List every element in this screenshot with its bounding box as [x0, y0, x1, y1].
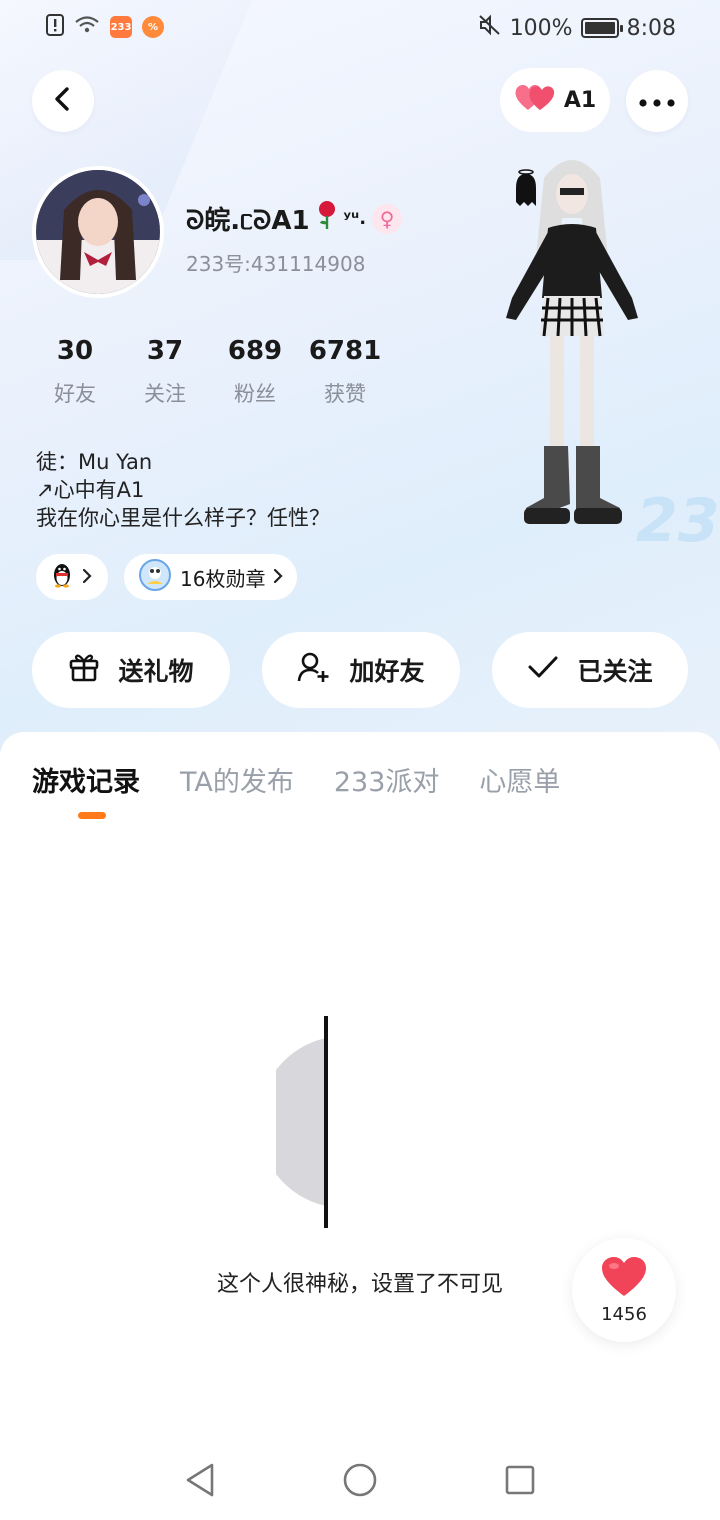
send-gift-label: 送礼物 [118, 657, 194, 686]
followed-button[interactable]: 已关注 [492, 632, 688, 708]
stat-label: 获赞 [324, 382, 366, 406]
back-arrow-icon [52, 86, 74, 116]
a1-label: A1 [563, 87, 597, 113]
233-logo-watermark: 233 [636, 486, 720, 556]
medal-icon [138, 558, 172, 597]
avatar[interactable] [32, 166, 164, 298]
check-icon [527, 655, 559, 685]
app-notification-icon: % [142, 16, 164, 38]
stat-following[interactable]: 37 关注 [120, 336, 210, 408]
add-user-icon [297, 651, 331, 689]
send-gift-button[interactable]: 送礼物 [32, 632, 230, 708]
profile-bio: 徒：Mu Yan ↗心中有A1 我在你心里是什么样子？任性？ [36, 448, 330, 532]
stat-friends[interactable]: 30 好友 [30, 336, 120, 408]
avatar-character-icon [506, 160, 638, 524]
profile-name: ᘐ皖.ᥴᘐA1 ʸᵘ. ♀ [186, 200, 403, 237]
tab-posts[interactable]: TA的发布 [180, 760, 294, 799]
stat-fans[interactable]: 689 粉丝 [210, 336, 300, 408]
wifi-icon [74, 15, 100, 39]
status-time: 8:08 [626, 15, 676, 41]
stat-value: 30 [56, 336, 94, 366]
add-friend-label: 加好友 [349, 657, 425, 686]
battery-percent: 100% [509, 15, 573, 41]
empty-state-icon [258, 1016, 336, 1228]
stat-value: 37 [146, 336, 184, 366]
stat-label: 粉丝 [234, 382, 276, 406]
status-bar: 233 % 100% 8:08 [0, 0, 720, 56]
qq-penguin-icon [50, 562, 74, 593]
status-left-icons: 233 % [46, 14, 164, 40]
like-button[interactable]: 1456 [572, 1238, 676, 1342]
heart-icon [600, 1256, 648, 1302]
nav-recents-button[interactable] [504, 1462, 536, 1502]
battery-icon [580, 18, 623, 38]
profile-name-text: ᘐ皖.ᥴᘐA1 [186, 206, 310, 236]
rose-icon [316, 200, 338, 237]
bio-line: 我在你心里是什么样子？任性？ [36, 506, 330, 530]
user-id[interactable]: 233号:431114908 [186, 248, 365, 277]
medals-label: 16枚勋章 [180, 566, 266, 591]
active-tab-indicator [78, 812, 106, 819]
circle-home-icon [342, 1463, 378, 1502]
profile-page: 233 % 100% 8:08 A1 ᘐ皖.ᥴᘐA1 ʸᵘ. ♀ 233号:43… [0, 0, 720, 1520]
triangle-back-icon [184, 1463, 216, 1502]
tab-233-party[interactable]: 233派对 [334, 760, 440, 799]
3d-avatar-figure[interactable] [486, 148, 656, 558]
square-recents-icon [504, 1465, 536, 1502]
profile-name-suffix: ʸᵘ. [343, 208, 367, 229]
avatar-portrait-icon [36, 170, 160, 294]
stat-likes[interactable]: 6781 获赞 [300, 336, 390, 408]
followed-label: 已关注 [577, 657, 653, 686]
stat-label: 好友 [54, 382, 96, 406]
like-count: 1456 [601, 1303, 647, 1325]
more-button[interactable] [626, 70, 688, 132]
chevron-right-icon [273, 565, 284, 589]
stat-value: 689 [227, 336, 283, 366]
tab-game-records[interactable]: 游戏记录 [32, 760, 140, 799]
nav-back-button[interactable] [184, 1462, 216, 1502]
bio-line: 徒：Mu Yan [36, 450, 153, 474]
content-sheet [0, 732, 720, 1520]
app-233-icon: 233 [110, 16, 132, 38]
bio-line: ↗心中有A1 [36, 478, 145, 502]
stat-label: 关注 [144, 382, 186, 406]
stat-value: 6781 [308, 336, 382, 366]
female-icon: ♀ [372, 203, 403, 234]
tab-wishlist[interactable]: 心愿单 [479, 760, 560, 799]
chevron-right-icon [82, 565, 92, 589]
qq-link-chip[interactable] [36, 554, 108, 600]
add-friend-button[interactable]: 加好友 [262, 632, 460, 708]
a1-heart-badge[interactable]: A1 [500, 68, 610, 132]
stats-row: 30 好友 37 关注 689 粉丝 6781 获赞 [30, 336, 390, 408]
medals-chip[interactable]: 16枚勋章 [124, 554, 298, 600]
profile-tabs: 游戏记录 TA的发布 233派对 心愿单 [32, 760, 600, 799]
more-dots-icon [639, 92, 675, 111]
mute-icon [478, 14, 502, 42]
gift-icon [68, 651, 100, 689]
status-right-icons: 100% 8:08 [478, 14, 676, 42]
nav-home-button[interactable] [342, 1462, 378, 1502]
double-heart-icon [514, 82, 556, 118]
sim-alert-icon [46, 14, 64, 40]
back-button[interactable] [32, 70, 94, 132]
